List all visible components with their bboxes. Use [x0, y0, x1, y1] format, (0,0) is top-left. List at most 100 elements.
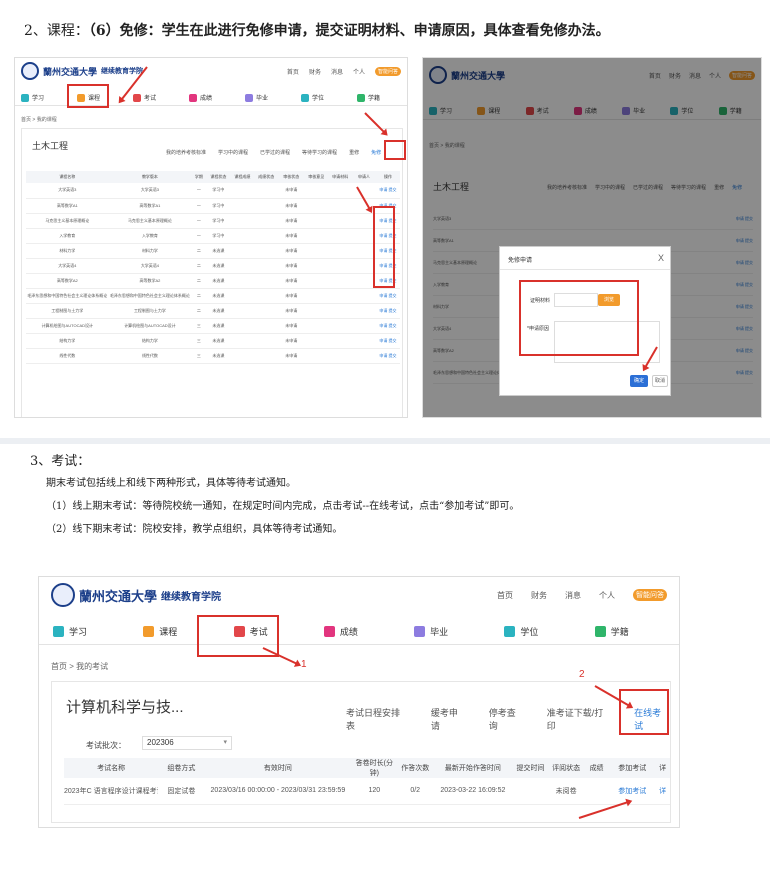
apply-action[interactable]: 申请 提交: [375, 288, 400, 304]
table-cell: [254, 258, 279, 274]
course-icon: [143, 626, 155, 637]
nav-exam[interactable]: 考试: [127, 90, 183, 105]
table-cell: [352, 348, 376, 364]
table-cell: [230, 183, 255, 199]
enrollment-icon: [357, 93, 365, 102]
graduation-icon: [245, 93, 253, 102]
table-cell: 大学英语3: [26, 183, 109, 199]
table-cell: [254, 318, 279, 334]
table-cell: [583, 778, 610, 805]
modal-divider: [500, 269, 670, 270]
table-cell: 未申请: [278, 273, 305, 289]
tab-completed[interactable]: 已学过的课程: [260, 149, 290, 156]
table-cell: [304, 273, 329, 289]
nav-grades[interactable]: 成绩: [318, 619, 408, 644]
nav-enrollment[interactable]: 学籍: [589, 619, 679, 644]
course-col-header: 课程状态: [206, 171, 231, 183]
tab-waiting[interactable]: 等待学习的课程: [302, 149, 337, 156]
table-cell: 未选课: [206, 348, 231, 364]
apply-action[interactable]: 申请 提交: [375, 303, 400, 319]
tab-standards[interactable]: 我的培养考核标准: [166, 149, 206, 156]
table-cell: 高等数学A2: [26, 273, 109, 289]
details-link[interactable]: 详: [655, 778, 670, 805]
tab-suspension[interactable]: 停考查询: [489, 706, 525, 732]
table-cell: [328, 228, 353, 244]
finance-link[interactable]: 财务: [309, 67, 321, 76]
portal-logo: 蘭州交通大學 继续教育学院: [21, 62, 143, 80]
table-cell: [328, 273, 353, 289]
tab-exemption[interactable]: 免修: [371, 149, 381, 156]
nav-grades[interactable]: 成绩: [183, 90, 239, 105]
nav-study[interactable]: 学习: [47, 619, 137, 644]
table-cell: [230, 348, 255, 364]
course-screenshot: 蘭州交通大學 继续教育学院 首页 财务 消息 个人 智能问答 学习 课程 考试 …: [14, 57, 408, 418]
tab-studying[interactable]: 学习中的课程: [218, 149, 248, 156]
exam-table-row: 2023年C 语言程序设计课程考试 固定试卷 2023/03/16 00:00:00…: [64, 778, 670, 805]
table-cell: 未选课: [206, 303, 231, 319]
table-cell: 高等数学A1: [108, 198, 192, 214]
batch-select[interactable]: 202306 ▾: [142, 736, 232, 750]
course-col-header: 课程成绩: [230, 171, 255, 183]
nav-graduation[interactable]: 毕业: [239, 90, 295, 105]
table-cell: 未选课: [206, 318, 231, 334]
table-cell: [304, 213, 329, 229]
apply-action[interactable]: 申请 提交: [375, 333, 400, 349]
table-row: 高等数学A2 高等数学A2 二未选课 未申请 申请 提交: [26, 273, 400, 289]
table-cell: 线性代数: [108, 348, 192, 364]
modal-close-icon[interactable]: X: [658, 253, 664, 263]
home-link[interactable]: 首页: [287, 67, 299, 76]
tab-deferral[interactable]: 缓考申请: [431, 706, 467, 732]
table-cell: [230, 198, 255, 214]
apply-action[interactable]: 申请 提交: [375, 348, 400, 364]
table-cell: 三: [191, 318, 207, 334]
apply-action[interactable]: 申请 提交: [375, 183, 400, 199]
table-cell: [328, 183, 353, 199]
highlight-exemption-tab: [384, 140, 406, 160]
table-cell: 未申请: [278, 258, 305, 274]
profile-link[interactable]: 个人: [353, 67, 365, 76]
nav-enrollment[interactable]: 学籍: [351, 90, 407, 105]
assistant-badge[interactable]: 智能问答: [633, 589, 667, 601]
exam-icon: [133, 93, 141, 102]
profile-link[interactable]: 个人: [599, 590, 615, 601]
tab-retake[interactable]: 重修: [349, 149, 359, 156]
nav-graduation[interactable]: 毕业: [408, 619, 498, 644]
apply-action[interactable]: 申请 提交: [375, 318, 400, 334]
main-nav-3: 学习 课程 考试 成绩 毕业 学位 学籍: [39, 619, 679, 645]
tab-exam-schedule[interactable]: 考试日程安排表: [346, 706, 409, 732]
cancel-button[interactable]: 取消: [652, 375, 668, 387]
table-cell: 工程制图与土力学: [26, 303, 109, 319]
nav-degree[interactable]: 学位: [295, 90, 351, 105]
table-cell: 0/2: [397, 778, 434, 805]
table-cell: [230, 213, 255, 229]
table-cell: [304, 198, 329, 214]
table-cell: 学习中: [206, 183, 231, 199]
table-cell: [304, 318, 329, 334]
table-cell: [230, 258, 255, 274]
course-tabs: 我的培养考核标准 学习中的课程 已学过的课程 等待学习的课程 重修 免修: [166, 149, 381, 156]
table-cell: [230, 333, 255, 349]
table-row: 入学教育 入学教育一学习中 未申请 申请 提交: [26, 228, 400, 244]
top-links-3: 首页 财务 消息 个人 智能问答: [497, 589, 667, 601]
finance-link[interactable]: 财务: [531, 590, 547, 601]
tab-admission-ticket[interactable]: 准考证下载/打印: [547, 706, 612, 732]
table-cell: [328, 348, 353, 364]
highlight-apply-column: [373, 206, 395, 288]
table-cell: [304, 243, 329, 259]
table-cell: 毛泽东思想和中国特色社会主义理论体系概论: [26, 288, 109, 304]
nav-study[interactable]: 学习: [15, 90, 71, 105]
portal-header-3: 蘭州交通大學 继续教育学院 首页 财务 消息 个人 智能问答: [39, 577, 679, 613]
messages-link[interactable]: 消息: [565, 590, 581, 601]
exam-col-header: 答卷时长(分钟): [351, 758, 398, 778]
home-link[interactable]: 首页: [497, 590, 513, 601]
assistant-badge[interactable]: 智能问答: [374, 66, 401, 76]
messages-link[interactable]: 消息: [331, 67, 343, 76]
degree-icon: [301, 93, 309, 102]
table-cell: 一: [191, 198, 207, 214]
table-cell: 入学教育: [108, 228, 192, 244]
table-cell: 计算机绘图与AUTOCAD设计: [108, 318, 192, 334]
table-cell: 一: [191, 183, 207, 199]
nav-degree[interactable]: 学位: [498, 619, 588, 644]
course-col-header: 操作: [375, 171, 400, 183]
confirm-button[interactable]: 确定: [630, 375, 648, 387]
